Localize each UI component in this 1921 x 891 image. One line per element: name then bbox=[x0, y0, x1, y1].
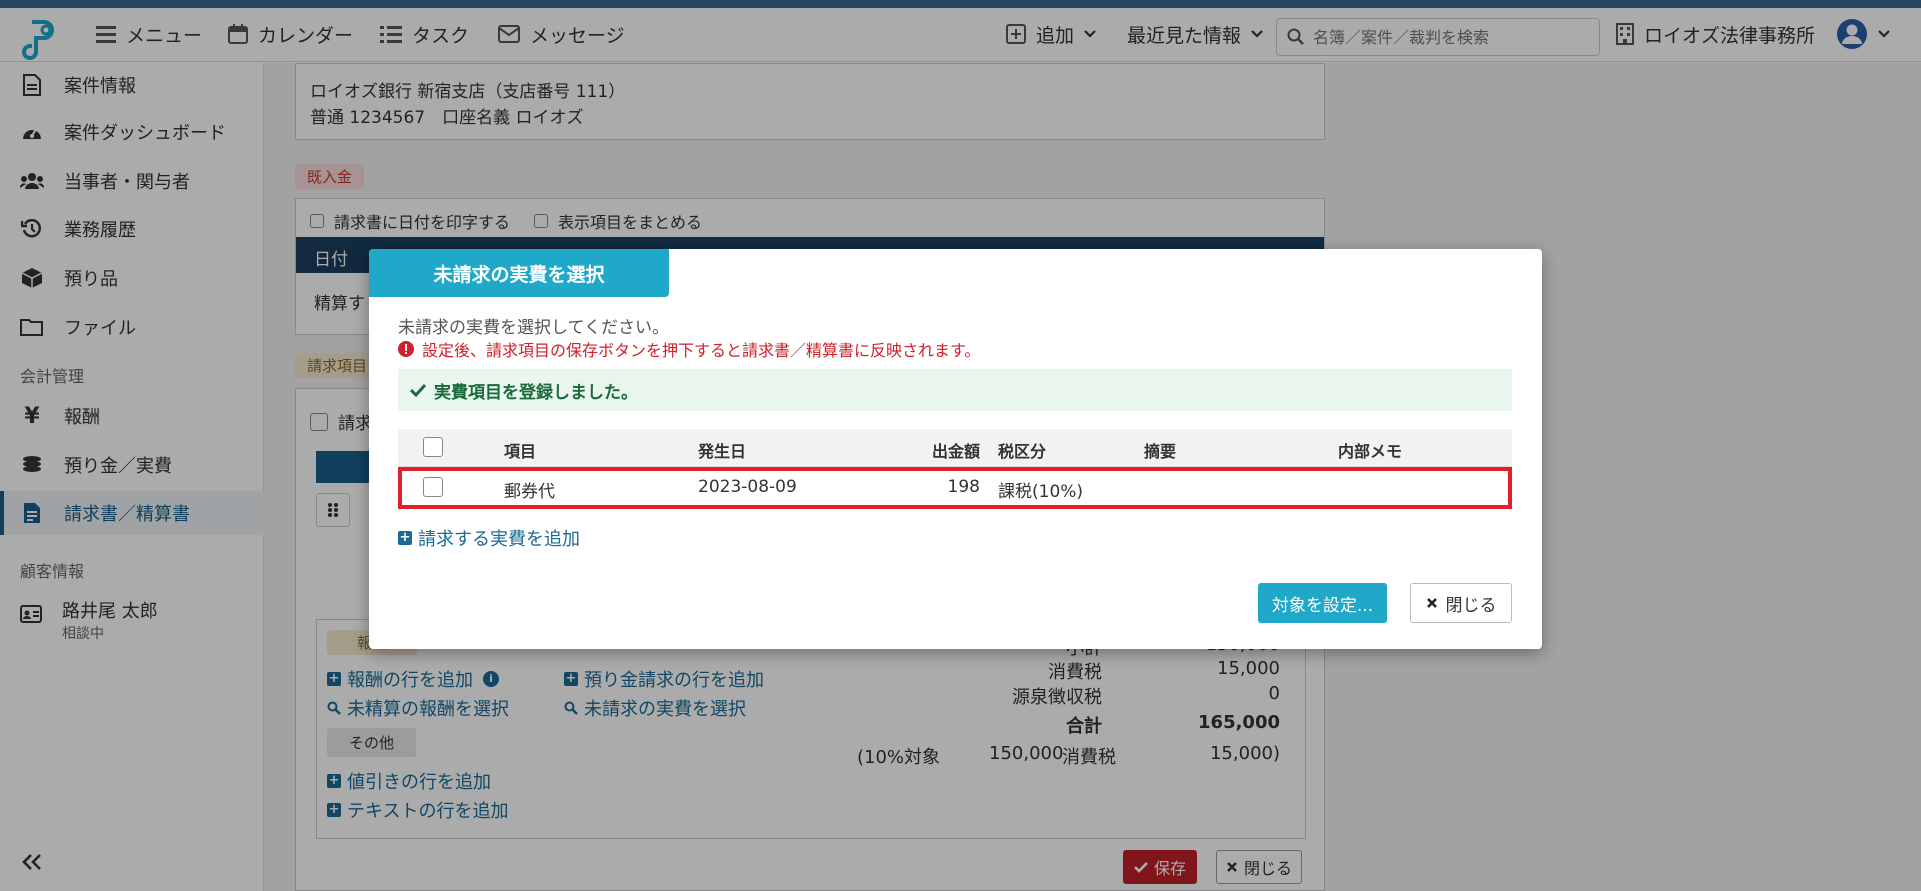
success-text: 実費項目を登録しました。 bbox=[434, 382, 638, 403]
row-date: 2023-08-09 bbox=[698, 477, 797, 497]
row-item: 郵券代 bbox=[504, 482, 555, 502]
column-header-item: 項目 bbox=[504, 442, 537, 461]
select-expense-modal: 未請求の実費を選択 未請求の実費を選択してください。 設定後、請求項目の保存ボタ… bbox=[369, 249, 1542, 649]
modal-warning: 設定後、請求項目の保存ボタンを押下すると請求書／精算書に反映されます。 bbox=[398, 337, 980, 361]
column-header-memo: 内部メモ bbox=[1338, 442, 1403, 461]
select-all-checkbox[interactable] bbox=[423, 437, 443, 457]
check-icon bbox=[410, 383, 426, 397]
warning-text: 設定後、請求項目の保存ボタンを押下すると請求書／精算書に反映されます。 bbox=[422, 341, 981, 360]
modal-close-label: 閉じる bbox=[1445, 595, 1497, 616]
column-header-tax: 税区分 bbox=[998, 442, 1047, 461]
add-expense-link[interactable]: + 請求する実費を追加 bbox=[398, 525, 580, 551]
modal-close-button[interactable]: 閉じる bbox=[1410, 583, 1512, 623]
expense-table-header: 項目 発生日 出金額 税区分 摘要 内部メモ bbox=[398, 429, 1512, 467]
plus-icon: + bbox=[398, 530, 412, 545]
column-header-summary: 摘要 bbox=[1144, 442, 1177, 461]
set-target-button[interactable]: 対象を設定... bbox=[1258, 583, 1387, 623]
exclamation-circle-icon bbox=[398, 341, 414, 357]
modal-title: 未請求の実費を選択 bbox=[369, 249, 669, 297]
success-alert: 実費項目を登録しました。 bbox=[398, 369, 1512, 411]
column-header-date: 発生日 bbox=[698, 442, 747, 461]
close-icon bbox=[1426, 597, 1438, 609]
row-tax: 課税(10%) bbox=[998, 482, 1084, 502]
table-row[interactable]: 郵券代 2023-08-09 198 課税(10%) bbox=[398, 467, 1512, 509]
modal-instruction: 未請求の実費を選択してください。 bbox=[398, 318, 669, 338]
row-checkbox[interactable] bbox=[423, 477, 443, 497]
column-header-amount: 出金額 bbox=[931, 442, 980, 461]
row-amount: 198 bbox=[947, 477, 980, 497]
add-expense-label: 請求する実費を追加 bbox=[418, 529, 580, 550]
